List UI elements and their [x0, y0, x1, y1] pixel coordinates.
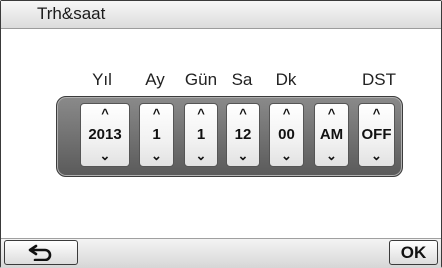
dst-up-arrow-icon[interactable]: ^ [359, 106, 394, 122]
label-year: Yıl [92, 70, 112, 89]
back-arrow-icon [28, 244, 52, 261]
minute-value: 00 [278, 126, 295, 143]
month-up-arrow-icon[interactable]: ^ [140, 106, 173, 122]
month-down-arrow-icon[interactable]: ⌄ [140, 148, 173, 164]
page-title: Trh&saat [37, 4, 106, 23]
hour-down-arrow-icon[interactable]: ⌄ [227, 148, 259, 164]
year-spinner: ^ 2013 ⌄ [80, 103, 130, 167]
minute-down-arrow-icon[interactable]: ⌄ [270, 148, 303, 164]
date-time-screen: Trh&saat Yıl Ay Gün Sa Dk DST ^ 2013 ⌄ ^… [0, 0, 442, 268]
month-value: 1 [152, 126, 161, 143]
label-minute: Dk [275, 70, 297, 89]
hour-spinner: ^ 12 ⌄ [226, 103, 260, 167]
label-month: Ay [145, 70, 165, 89]
dst-value: OFF [361, 126, 392, 143]
minute-up-arrow-icon[interactable]: ^ [270, 106, 303, 122]
back-button[interactable] [4, 240, 78, 265]
year-down-arrow-icon[interactable]: ⌄ [81, 148, 129, 164]
title-bar: Trh&saat [1, 1, 441, 29]
hour-value: 12 [234, 126, 252, 143]
year-value: 2013 [88, 126, 122, 143]
label-dst: DST [362, 70, 396, 89]
day-up-arrow-icon[interactable]: ^ [185, 106, 217, 122]
day-spinner: ^ 1 ⌄ [184, 103, 218, 167]
day-value: 1 [196, 126, 206, 143]
ampm-up-arrow-icon[interactable]: ^ [315, 106, 348, 122]
ampm-spinner: ^ AM ⌄ [314, 103, 349, 167]
dst-spinner: ^ OFF ⌄ [358, 103, 395, 167]
ampm-down-arrow-icon[interactable]: ⌄ [315, 148, 348, 164]
label-hour: Sa [231, 70, 253, 89]
label-day: Gün [184, 70, 218, 89]
dst-down-arrow-icon[interactable]: ⌄ [359, 148, 394, 164]
ampm-value: AM [319, 126, 344, 143]
day-down-arrow-icon[interactable]: ⌄ [185, 148, 217, 164]
month-spinner: ^ 1 ⌄ [139, 103, 174, 167]
hour-up-arrow-icon[interactable]: ^ [227, 106, 259, 122]
year-up-arrow-icon[interactable]: ^ [81, 106, 129, 122]
ok-button[interactable]: OK [389, 240, 438, 265]
minute-spinner: ^ 00 ⌄ [269, 103, 304, 167]
